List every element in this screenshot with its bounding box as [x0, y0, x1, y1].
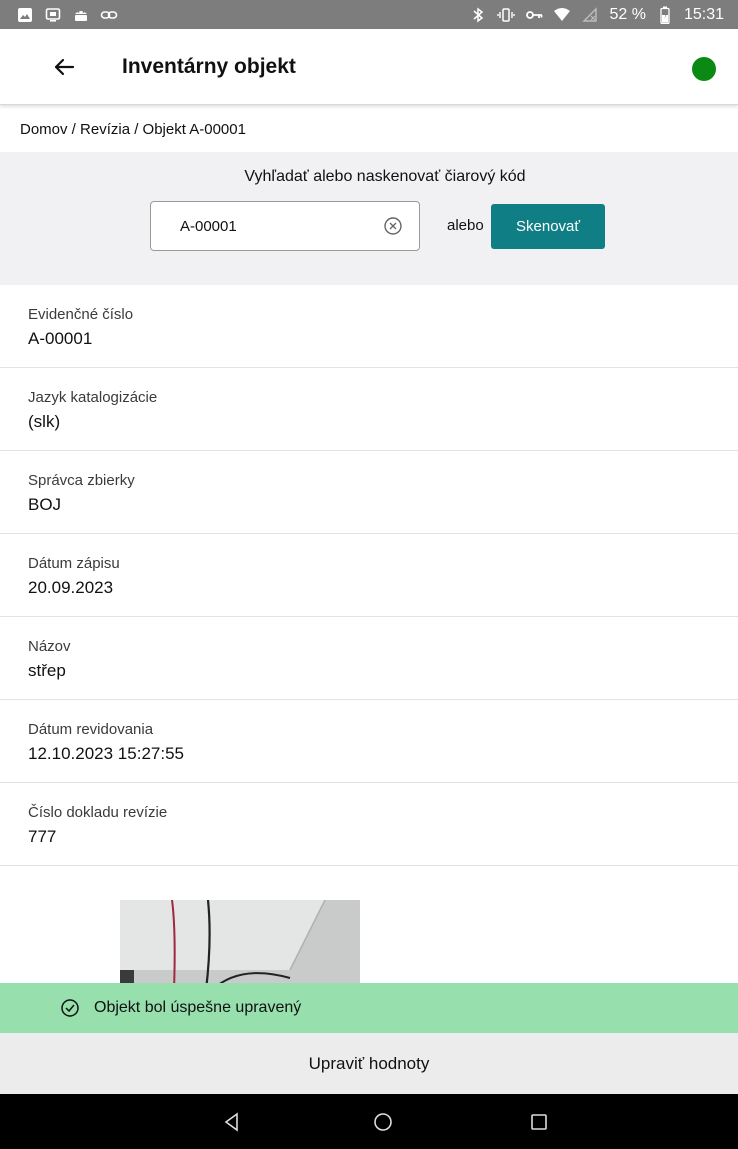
- field-revision-date: Dátum revidovania 12.10.2023 15:27:55: [0, 700, 738, 783]
- toast-message: Objekt bol úspešne upravený: [94, 999, 302, 1016]
- battery-icon: [656, 6, 674, 24]
- status-bar-left: [16, 6, 118, 24]
- status-bar-right: 52 % 15:31: [469, 6, 724, 24]
- nav-back-icon[interactable]: [221, 1111, 243, 1133]
- app-bar: Inventárny objekt: [0, 29, 738, 105]
- search-heading: Vyhľadať alebo naskenovať čiarový kód: [244, 168, 526, 185]
- or-label: alebo: [447, 217, 484, 234]
- wifi-icon: [553, 6, 571, 24]
- bluetooth-icon: [469, 6, 487, 24]
- field-value: střep: [28, 661, 66, 680]
- search-panel-inner: Vyhľadať alebo naskenovať čiarový kód al…: [150, 152, 620, 285]
- vpn-key-icon: [525, 6, 543, 24]
- nav-recents-icon[interactable]: [528, 1111, 550, 1133]
- field-label: Dátum zápisu: [28, 555, 120, 572]
- field-label: Evidenčné číslo: [28, 306, 134, 323]
- status-time: 15:31: [683, 5, 724, 23]
- field-label: Jazyk katalogizácie: [28, 389, 158, 406]
- field-value: 777: [28, 827, 57, 846]
- field-label: Dátum revidovania: [28, 721, 154, 738]
- android-icon: [72, 6, 90, 24]
- check-circle-icon: [61, 999, 79, 1017]
- navigation-bar: [0, 1094, 738, 1149]
- field-value: 12.10.2023 15:27:55: [28, 744, 184, 763]
- barcode-search-input[interactable]: [151, 203, 371, 249]
- field-cataloging-language: Jazyk katalogizácie (slk): [0, 368, 738, 451]
- field-name: Názov střep: [0, 617, 738, 700]
- page-title: Inventárny objekt: [122, 54, 296, 78]
- field-entry-date: Dátum zápisu 20.09.2023: [0, 534, 738, 617]
- breadcrumb[interactable]: Domov / Revízia / Objekt A-00001: [20, 121, 246, 138]
- no-signal-icon: [581, 6, 599, 24]
- back-button[interactable]: [50, 53, 78, 81]
- arrow-left-icon: [54, 58, 75, 75]
- nav-home-icon[interactable]: [372, 1111, 394, 1133]
- image-icon: [16, 6, 34, 24]
- object-photo[interactable]: [120, 900, 360, 990]
- scan-button[interactable]: Skenovať: [491, 204, 605, 249]
- field-label: Správca zbierky: [28, 472, 135, 489]
- vibrate-icon: [497, 6, 516, 24]
- success-toast: Objekt bol úspešne upravený: [0, 983, 738, 1033]
- field-value: BOJ: [28, 495, 62, 514]
- battery-percent: 52 %: [609, 5, 646, 23]
- search-panel: Vyhľadať alebo naskenovať čiarový kód al…: [0, 152, 738, 285]
- field-value: 20.09.2023: [28, 578, 114, 597]
- field-collection-manager: Správca zbierky BOJ: [0, 451, 738, 534]
- field-value: (slk): [28, 412, 61, 431]
- field-evidence-number: Evidenčné číslo A-00001: [0, 285, 738, 368]
- clear-icon[interactable]: [383, 216, 403, 236]
- connection-status-indicator: [692, 57, 716, 81]
- edit-values-button[interactable]: Upraviť hodnoty: [0, 1033, 738, 1094]
- barcode-search-field[interactable]: [150, 201, 420, 251]
- field-value: A-00001: [28, 329, 93, 348]
- field-label: Číslo dokladu revízie: [28, 804, 168, 821]
- field-label: Názov: [28, 638, 71, 655]
- link-icon: [100, 6, 118, 24]
- cast-icon: [44, 6, 62, 24]
- field-revision-document-number: Číslo dokladu revízie 777: [0, 783, 738, 866]
- status-bar: 52 % 15:31: [0, 0, 738, 29]
